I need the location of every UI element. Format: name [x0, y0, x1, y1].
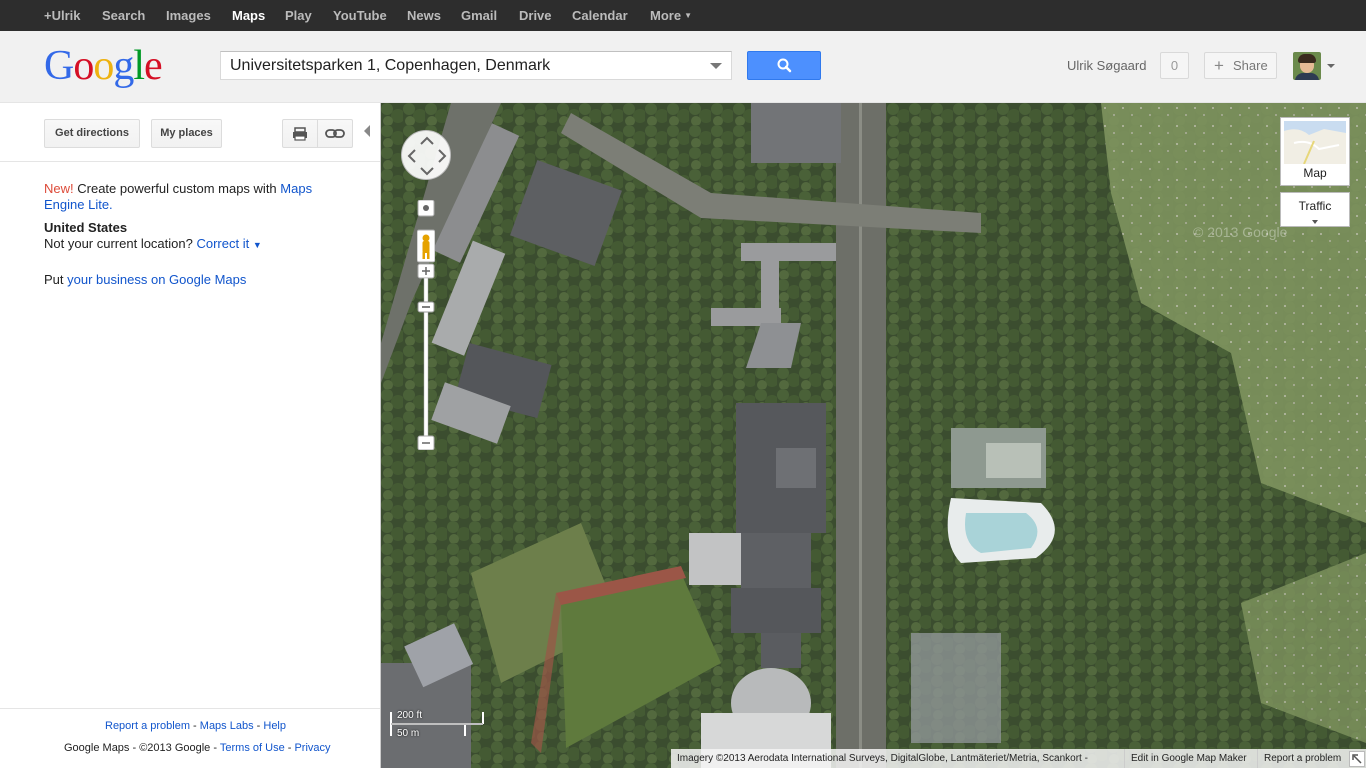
- terms-link[interactable]: Terms of Use: [220, 742, 285, 754]
- nav-news[interactable]: News: [407, 0, 441, 31]
- maps-engine-link-part2: Engine Lite.: [44, 197, 113, 212]
- pan-control[interactable]: [401, 130, 451, 180]
- divider: [0, 708, 380, 709]
- my-places-button[interactable]: My places: [151, 119, 222, 148]
- traffic-label: Traffic: [1298, 199, 1332, 213]
- promo-new: New!: [44, 181, 74, 196]
- nav-gmail[interactable]: Gmail: [461, 0, 497, 31]
- report-problem-link[interactable]: Report a problem: [105, 720, 190, 732]
- notifications-count[interactable]: 0: [1160, 52, 1189, 79]
- business-link[interactable]: your business on Google Maps: [67, 272, 246, 287]
- nav-calendar[interactable]: Calendar: [572, 0, 628, 31]
- print-icon: [293, 127, 307, 141]
- separator: -: [284, 742, 295, 754]
- location-question: Not your current location?: [44, 236, 193, 251]
- search-icon: [777, 58, 792, 73]
- map-type-label: Map: [1303, 166, 1327, 180]
- business-prefix: Put: [44, 272, 64, 287]
- header: Google Universitetsparken 1, Copenhagen,…: [0, 31, 1366, 103]
- edit-in-map-maker-link[interactable]: Edit in Google Map Maker: [1124, 749, 1247, 768]
- satellite-map[interactable]: © 2013 Google Map Traffic 200 ft 50 m Im…: [381, 103, 1366, 768]
- nav-more-label: More: [650, 8, 682, 23]
- plus-icon: +: [1214, 56, 1224, 75]
- chevron-down-icon: ▼: [684, 11, 692, 20]
- copyright-text: Google Maps - ©2013 Google -: [64, 742, 220, 754]
- chevron-down-icon: ▼: [252, 240, 262, 250]
- location-title: United States: [44, 220, 128, 235]
- pan-arrows-icon: [407, 136, 447, 176]
- zoom-slider[interactable]: [416, 199, 436, 451]
- search-input-value: Universitetsparken 1, Copenhagen, Denmar…: [230, 57, 551, 74]
- maps-labs-link[interactable]: Maps Labs: [200, 720, 254, 732]
- separator: -: [190, 720, 200, 732]
- attribution-bar: Imagery ©2013 Aerodata International Sur…: [671, 749, 1366, 768]
- chevron-down-icon: [1312, 220, 1318, 224]
- link-icon: [325, 129, 345, 138]
- promo-body: Create powerful custom maps with: [77, 181, 277, 196]
- nav-images[interactable]: Images: [166, 0, 211, 31]
- nav-play[interactable]: Play: [285, 0, 312, 31]
- map-report-problem-link[interactable]: Report a problem: [1257, 749, 1341, 768]
- nav-search[interactable]: Search: [102, 0, 145, 31]
- google-logo[interactable]: Google: [44, 43, 163, 89]
- nav-youtube[interactable]: YouTube: [333, 0, 387, 31]
- scale-bar: 200 ft 50 m: [389, 710, 489, 740]
- expand-arrow-icon[interactable]: [1349, 751, 1365, 767]
- divider: [0, 161, 380, 162]
- maps-engine-link-part1: Maps: [280, 181, 313, 196]
- print-button[interactable]: [282, 119, 318, 148]
- correct-location-label: Correct it: [196, 236, 250, 251]
- nav-drive[interactable]: Drive: [519, 0, 552, 31]
- left-panel: Get directions My places New! Create pow…: [0, 103, 381, 768]
- map-type-button[interactable]: Map: [1280, 117, 1350, 186]
- nav-more[interactable]: More ▼: [650, 0, 692, 31]
- top-navigation-bar: +Ulrik Search Images Maps Play YouTube N…: [0, 0, 1366, 31]
- collapse-panel-icon[interactable]: [364, 125, 370, 137]
- nav-maps[interactable]: Maps: [232, 0, 265, 31]
- correct-location-link[interactable]: Correct it ▼: [196, 236, 261, 251]
- search-input[interactable]: Universitetsparken 1, Copenhagen, Denmar…: [220, 51, 732, 80]
- zoom-control: [416, 199, 436, 451]
- separator: -: [253, 720, 264, 732]
- get-directions-button[interactable]: Get directions: [44, 119, 140, 148]
- avatar[interactable]: [1293, 52, 1321, 80]
- map-thumbnail: [1284, 121, 1346, 164]
- search-button[interactable]: [747, 51, 821, 80]
- scale-meters: 50 m: [397, 728, 420, 739]
- account-name[interactable]: Ulrik Søgaard: [1067, 51, 1146, 80]
- footer-copyright-row: Google Maps - ©2013 Google - Terms of Us…: [64, 742, 331, 754]
- nav-plus-ulrik[interactable]: +Ulrik: [44, 0, 81, 31]
- share-button[interactable]: + Share: [1204, 52, 1277, 79]
- link-button[interactable]: [317, 119, 353, 148]
- traffic-button[interactable]: Traffic: [1280, 192, 1350, 227]
- map-watermark: © 2013 Google: [1193, 224, 1288, 240]
- privacy-link[interactable]: Privacy: [294, 742, 330, 754]
- location-question-row: Not your current location? Correct it ▼: [44, 236, 262, 253]
- business-row: Put your business on Google Maps: [44, 272, 246, 288]
- satellite-imagery: [381, 103, 1366, 768]
- help-link[interactable]: Help: [263, 720, 286, 732]
- imagery-attribution: Imagery ©2013 Aerodata International Sur…: [677, 753, 1088, 764]
- search-dropdown-icon[interactable]: [710, 63, 722, 69]
- account-menu-caret-icon[interactable]: [1327, 64, 1335, 68]
- footer-links-row: Report a problem - Maps Labs - Help: [105, 720, 286, 732]
- promo-text: New! Create powerful custom maps with Ma…: [44, 181, 344, 213]
- share-label: Share: [1233, 58, 1268, 73]
- scale-feet: 200 ft: [397, 710, 423, 721]
